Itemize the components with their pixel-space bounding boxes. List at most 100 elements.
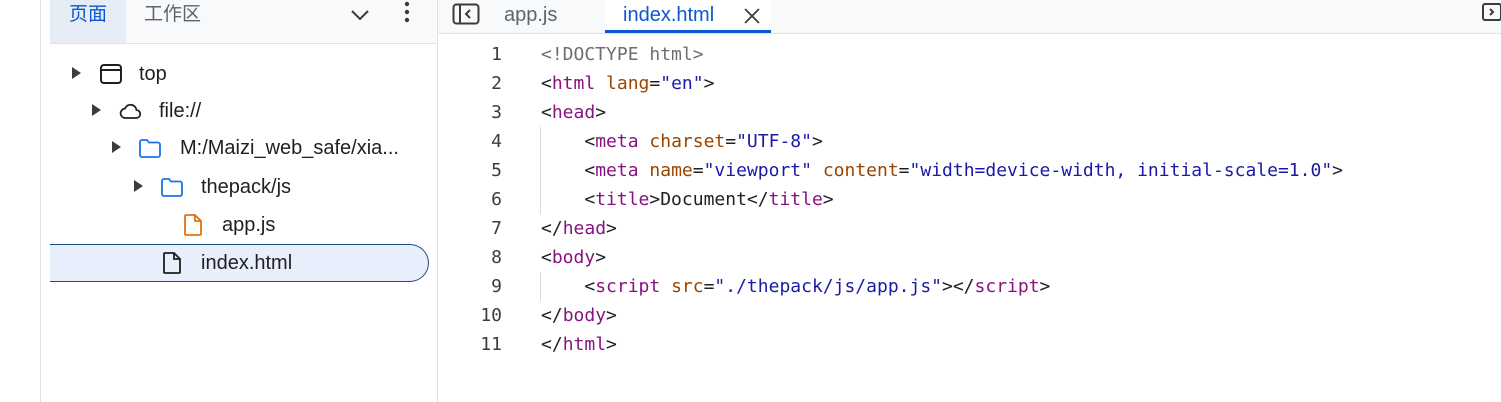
line-number: 2 [491, 73, 502, 94]
navigator-header: 页面 工作区 [50, 0, 436, 44]
line-content: <meta charset="UTF-8"> [541, 127, 823, 156]
sources-navigator: 页面 工作区 top file:// M:/Maizi_web_safe/xia… [50, 0, 436, 402]
file-icon [163, 252, 181, 274]
code-token: </ [541, 218, 563, 239]
code-token: > [822, 189, 834, 210]
code-token: < [541, 189, 596, 210]
code-token: = [692, 160, 704, 181]
code-line[interactable]: 10 </body> [438, 301, 1501, 330]
code-token: > [811, 131, 823, 152]
code-token: src [671, 276, 704, 297]
code-token: = [649, 73, 661, 94]
code-token: > [703, 73, 715, 94]
tree-item-label: M:/Maizi_web_safe/xia... [180, 137, 399, 159]
expand-arrow-icon[interactable] [112, 141, 121, 153]
tab-app-js[interactable]: app.js [504, 0, 557, 33]
code-token: meta [595, 131, 639, 152]
tree-item-project-folder[interactable]: M:/Maizi_web_safe/xia... [50, 129, 436, 167]
line-content: </head> [541, 214, 617, 243]
code-line[interactable]: 9 <script src="./thepack/js/app.js"></sc… [438, 272, 1501, 301]
code-line[interactable]: 4 <meta charset="UTF-8"> [438, 127, 1501, 156]
code-token: meta [595, 160, 639, 181]
code-token: script [595, 276, 661, 297]
code-token: > [1039, 276, 1051, 297]
code-token: < [541, 131, 596, 152]
code-token: title [768, 189, 823, 210]
expand-arrow-icon[interactable] [72, 67, 81, 79]
side-panel-icon[interactable] [1481, 2, 1501, 22]
tree-item-file-origin[interactable]: file:// [50, 92, 436, 130]
code-token: lang [606, 73, 650, 94]
line-content: <title>Document</title> [541, 185, 834, 214]
code-token: < [541, 102, 552, 123]
folder-icon [161, 178, 183, 197]
tree-item-app-js[interactable]: app.js [50, 206, 436, 244]
code-area[interactable]: 1 <!DOCTYPE html> 2 <html lang="en"> 3 <head>… [438, 40, 1501, 359]
code-token: head [551, 102, 596, 123]
code-line[interactable]: 2 <html lang="en"> [438, 69, 1501, 98]
chevron-down-icon[interactable] [348, 5, 372, 25]
code-token: "viewport" [703, 160, 812, 181]
close-icon[interactable] [743, 7, 761, 25]
code-token: > [606, 218, 617, 239]
code-token: < [541, 73, 552, 94]
code-token: <!DOCTYPE html> [541, 44, 704, 65]
code-token: script [974, 276, 1040, 297]
code-token: "width=device-width, initial-scale=1.0" [909, 160, 1333, 181]
tree-item-index-html[interactable]: index.html [50, 244, 429, 282]
code-token: head [562, 218, 607, 239]
tree-item-top[interactable]: top [50, 55, 436, 93]
code-token: html [551, 73, 596, 94]
editor-tab-bar: app.js index.html [438, 0, 1501, 34]
toggle-navigator-icon[interactable] [452, 3, 480, 25]
code-line[interactable]: 8 <body> [438, 243, 1501, 272]
code-token: > [595, 102, 607, 123]
code-token: ></ [942, 276, 975, 297]
tree-item-label: file:// [159, 100, 202, 122]
tab-index-html[interactable]: index.html [605, 0, 771, 33]
code-line[interactable]: 3 <head> [438, 98, 1501, 127]
tab-label: index.html [623, 4, 715, 26]
code-line[interactable]: 6 <title>Document</title> [438, 185, 1501, 214]
code-token: = [725, 131, 737, 152]
frame-icon [100, 64, 122, 84]
code-line[interactable]: 7 </head> [438, 214, 1501, 243]
expand-arrow-icon[interactable] [92, 104, 101, 116]
tab-workspace[interactable]: 工作区 [144, 0, 201, 43]
tab-pages[interactable]: 页面 [50, 0, 126, 44]
code-token: Document [660, 189, 747, 210]
code-line[interactable]: 1 <!DOCTYPE html> [438, 40, 1501, 69]
line-number: 4 [491, 131, 502, 152]
line-number: 5 [491, 160, 502, 181]
js-file-icon [184, 214, 202, 236]
tree-item-label: thepack/js [201, 176, 292, 198]
folder-icon [139, 139, 161, 158]
line-content: <html lang="en"> [541, 69, 714, 98]
line-content: <body> [541, 243, 606, 272]
line-content: </html> [541, 330, 617, 359]
code-line[interactable]: 11 </html> [438, 330, 1501, 359]
line-number: 6 [491, 189, 502, 210]
code-token: html [562, 334, 607, 355]
line-content: </body> [541, 301, 617, 330]
line-content: <script src="./thepack/js/app.js"></scri… [541, 272, 1050, 301]
code-token: "./thepack/js/app.js" [714, 276, 942, 297]
code-token: "en" [660, 73, 704, 94]
code-token: > [649, 189, 661, 210]
code-token: </ [746, 189, 769, 210]
more-options-icon[interactable] [399, 0, 415, 26]
line-number: 1 [491, 44, 502, 65]
tree-item-label: index.html [201, 252, 293, 274]
code-line[interactable]: 5 <meta name="viewport" content="width=d… [438, 156, 1501, 185]
code-token: title [595, 189, 650, 210]
code-token: = [703, 276, 715, 297]
tree-item-thepack-js[interactable]: thepack/js [50, 168, 436, 206]
expand-arrow-icon[interactable] [134, 180, 143, 192]
line-number: 11 [480, 334, 502, 355]
tree-item-label: top [139, 63, 167, 85]
code-token: = [898, 160, 910, 181]
